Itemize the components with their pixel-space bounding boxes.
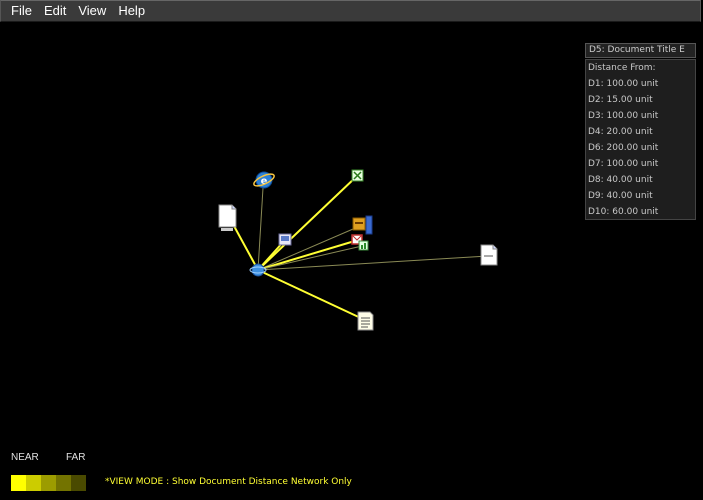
distance-item: D10: 60.00 unit: [588, 207, 659, 217]
distance-item: D9: 40.00 unit: [588, 191, 653, 201]
menu-view[interactable]: View: [72, 0, 112, 22]
distance-list: Distance From: D1: 100.00 unit D2: 15.00…: [585, 59, 696, 220]
view-mode-status: *VIEW MODE : Show Document Distance Netw…: [105, 477, 352, 487]
distance-item: D2: 15.00 unit: [588, 95, 653, 105]
menu-edit[interactable]: Edit: [38, 0, 72, 22]
list-document-icon[interactable]: [357, 311, 374, 331]
edge-to-text-doc: [257, 255, 489, 271]
scale-swatch: [56, 475, 71, 491]
menu-file[interactable]: File: [5, 0, 38, 22]
distance-item: D7: 100.00 unit: [588, 159, 659, 169]
archive-document-icon[interactable]: [352, 215, 373, 235]
distance-info-panel: D5: Document Title E Distance From: D1: …: [585, 43, 696, 220]
legend-far-label: FAR: [66, 452, 86, 463]
edge-to-list-doc: [257, 269, 366, 321]
menu-help[interactable]: Help: [112, 0, 151, 22]
distance-color-scale: [11, 475, 86, 491]
scale-swatch: [26, 475, 41, 491]
legend-near-label: NEAR: [11, 452, 39, 463]
distance-heading: Distance From:: [588, 63, 656, 73]
scale-swatch: [41, 475, 56, 491]
text-document-icon[interactable]: [480, 244, 498, 266]
image-document-icon[interactable]: [278, 233, 292, 246]
menu-bar: File Edit View Help: [0, 0, 701, 22]
spreadsheet-document-icon[interactable]: [351, 169, 364, 182]
app-window: e File Edit View Help D5: Document Title…: [0, 0, 703, 500]
edge-to-archive-doc: [257, 225, 361, 271]
distance-item: D1: 100.00 unit: [588, 79, 659, 89]
distance-item: D3: 100.00 unit: [588, 111, 659, 121]
blank-document-icon[interactable]: [218, 204, 237, 231]
chart-document-icon[interactable]: [358, 240, 369, 251]
selected-document-title: D5: Document Title E: [585, 43, 696, 58]
network-edges: [227, 175, 489, 321]
scale-swatch: [71, 475, 86, 491]
ie-globe-icon[interactable]: e: [252, 171, 275, 189]
distance-item: D6: 200.00 unit: [588, 143, 659, 153]
distance-item: D4: 20.00 unit: [588, 127, 653, 137]
distance-item: D8: 40.00 unit: [588, 175, 653, 185]
scale-swatch: [11, 475, 26, 491]
edge-to-ie-doc: [257, 187, 264, 271]
